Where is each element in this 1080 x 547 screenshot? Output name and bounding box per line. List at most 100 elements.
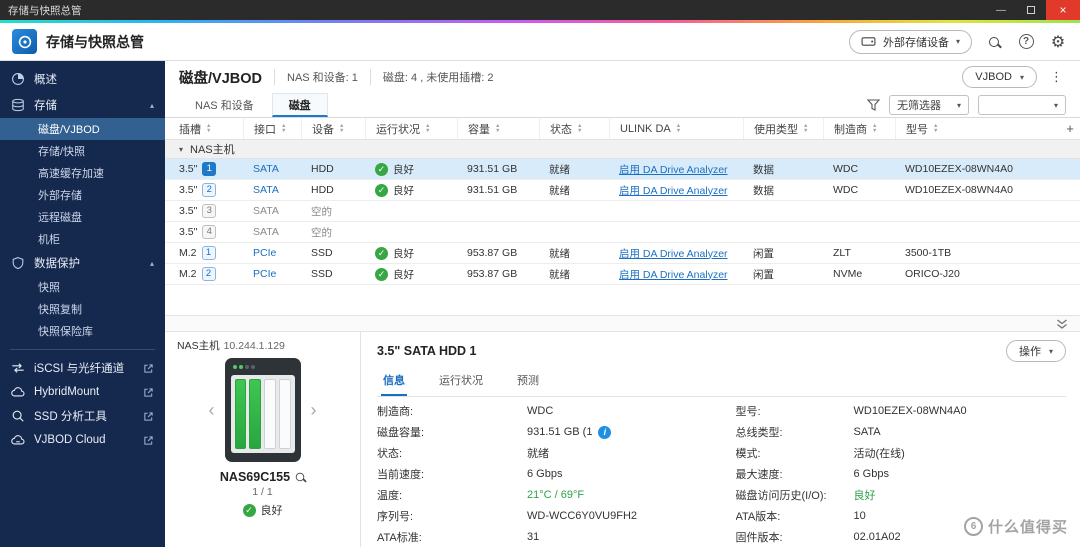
secondary-select[interactable]: ▾: [978, 95, 1066, 115]
double-chevron-down-icon[interactable]: [1056, 318, 1068, 329]
sort-icon: ▲ ▼: [281, 123, 287, 134]
table-header: 插槽 ▲ ▼ 接口 ▲ ▼ 设备 ▲ ▼ 运行状况 ▲ ▼ 容量 ▲ ▼ 状态 ▲ ▼ ULINK DA…: [165, 118, 1080, 140]
table-group-nas-host[interactable]: ▾ NAS主机: [165, 140, 1080, 159]
cell-interface: SATA: [253, 226, 279, 238]
chevron-up-icon: ▴: [149, 258, 154, 268]
ulink-enable-link[interactable]: 启用 DA Drive Analyzer: [619, 185, 728, 197]
tab-label: NAS 和设备: [195, 100, 254, 112]
sidebar-label: 磁盘/VJBOD: [38, 124, 100, 136]
ata-version-value: 10: [853, 509, 866, 522]
column-header-usage-type[interactable]: 使用类型 ▲ ▼: [743, 118, 823, 139]
nas-device-image[interactable]: [224, 358, 301, 462]
sidebar-item-vjbod-cloud[interactable]: VJBOD Cloud: [0, 428, 165, 452]
column-header-interface[interactable]: 接口 ▲ ▼: [243, 118, 301, 139]
table-row[interactable]: 3.5" 3 SATA 空的: [165, 201, 1080, 222]
action-button[interactable]: 操作 ▾: [1005, 340, 1066, 362]
sidebar-group-data-protection[interactable]: 数据保护 ▴: [0, 250, 165, 276]
external-storage-button[interactable]: 外部存储设备 ▾: [848, 29, 972, 54]
detail-tabbar: 信息 运行状况 预测: [377, 369, 1066, 397]
help-button[interactable]: ?: [1016, 32, 1036, 52]
column-header-manufacturer[interactable]: 制造商 ▲ ▼: [823, 118, 895, 139]
ulink-enable-link[interactable]: 启用 DA Drive Analyzer: [619, 248, 728, 260]
external-link-icon: [143, 387, 154, 398]
sidebar-item-storage-snapshots[interactable]: 存储/快照: [0, 140, 165, 162]
app-logo-icon: [12, 29, 37, 54]
current-speed-value: 6 Gbps: [527, 468, 563, 480]
column-header-model[interactable]: 型号 ▲ ▼: [895, 118, 1060, 139]
tab-disks[interactable]: 磁盘: [271, 93, 328, 117]
cell-model: WD10EZEX-08WN4A0: [905, 184, 1013, 196]
sidebar-item-overview[interactable]: 概述: [0, 66, 165, 92]
disk-detail-panel: 3.5" SATA HDD 1 操作 ▾ 信息 运行状况 预测 制造商:WDC: [361, 332, 1080, 547]
tab-information[interactable]: 信息: [381, 369, 407, 396]
minimize-button[interactable]: —: [986, 0, 1016, 20]
maximize-button[interactable]: [1016, 0, 1046, 20]
sidebar-item-external-storage[interactable]: 外部存储: [0, 184, 165, 206]
settings-button[interactable]: ⚙: [1048, 32, 1068, 52]
sidebar-divider: [10, 349, 155, 350]
sidebar-item-ssd-profiling[interactable]: SSD 分析工具: [0, 404, 165, 428]
drive-bay-1: [234, 379, 247, 449]
sidebar-item-snapshot-vault[interactable]: 快照保险库: [0, 320, 165, 342]
sidebar-item-hybridmount[interactable]: HybridMount: [0, 380, 165, 404]
status-value: 就绪: [527, 448, 549, 461]
column-header-health[interactable]: 运行状况 ▲ ▼: [365, 118, 457, 139]
filter-funnel-icon[interactable]: [866, 99, 880, 111]
group-label: NAS主机: [190, 144, 235, 156]
cell-device: 空的: [311, 226, 332, 239]
column-header-slot[interactable]: 插槽 ▲ ▼: [165, 118, 243, 139]
close-button[interactable]: ×: [1046, 0, 1080, 20]
external-link-icon: [143, 411, 154, 422]
sort-icon: ▲ ▼: [675, 123, 682, 134]
global-search-button[interactable]: [984, 32, 1004, 52]
more-options-button[interactable]: ⋮: [1047, 69, 1066, 85]
filter-select[interactable]: 无筛选器 ▾: [888, 95, 969, 115]
cell-device: HDD: [311, 184, 334, 196]
table-row[interactable]: M.2 2 PCIe SSD ✓ 良好 953.87 GB 就绪 启用 DA Dri…: [165, 264, 1080, 285]
cell-device: SSD: [311, 247, 333, 259]
table-row[interactable]: 3.5" 1 SATA HDD ✓ 良好 931.51 GB 就绪 启用 DA Dr…: [165, 159, 1080, 180]
bay-number-badge: 1: [202, 162, 217, 176]
column-header-ulink[interactable]: ULINK DA ▲ ▼: [609, 118, 743, 139]
sidebar-item-iscsi[interactable]: iSCSI 与光纤通道: [0, 356, 165, 380]
vjbod-button[interactable]: VJBOD ▾: [962, 66, 1037, 88]
sidebar-item-disks-vjbod[interactable]: 磁盘/VJBOD: [0, 118, 165, 140]
table-row[interactable]: M.2 1 PCIe SSD ✓ 良好 953.87 GB 就绪 启用 DA Dri…: [165, 243, 1080, 264]
sidebar-item-snapshot[interactable]: 快照: [0, 276, 165, 298]
column-header-capacity[interactable]: 容量 ▲ ▼: [457, 118, 539, 139]
zoom-icon[interactable]: [295, 472, 305, 482]
tab-prediction[interactable]: 预测: [515, 369, 541, 396]
drive-bay-3: [264, 379, 276, 449]
sidebar-item-snapshot-replica[interactable]: 快照复制: [0, 298, 165, 320]
max-speed-value: 6 Gbps: [853, 468, 889, 480]
table-row[interactable]: 3.5" 2 SATA HDD ✓ 良好 931.51 GB 就绪 启用 DA Dr…: [165, 180, 1080, 201]
cell-model: ORICO-J20: [905, 268, 960, 280]
tab-nas-and-devices[interactable]: NAS 和设备: [179, 93, 270, 117]
column-header-device[interactable]: 设备 ▲ ▼: [301, 118, 365, 139]
sidebar-group-storage[interactable]: 存储 ▴: [0, 92, 165, 118]
carousel-left-arrow[interactable]: ‹: [209, 401, 215, 419]
sidebar-item-remote-disk[interactable]: 远程磁盘: [0, 206, 165, 228]
disk-detail-title: 3.5" SATA HDD 1: [377, 344, 477, 358]
nas-host-label: NAS主机: [177, 340, 220, 352]
add-column-button[interactable]: +: [1060, 118, 1080, 139]
ulink-enable-link[interactable]: 启用 DA Drive Analyzer: [619, 164, 728, 176]
cell-status: 就绪: [549, 184, 570, 197]
carousel-right-arrow[interactable]: ›: [311, 401, 317, 419]
cell-slot: 3.5" 4: [165, 225, 243, 239]
table-row[interactable]: 3.5" 4 SATA 空的: [165, 222, 1080, 243]
sidebar-item-enclosure[interactable]: 机柜: [0, 228, 165, 250]
health-check-icon: ✓: [242, 503, 256, 517]
ssd-analyzer-icon: [11, 409, 25, 423]
cell-interface: SATA: [253, 184, 279, 196]
sidebar-item-cache-acceleration[interactable]: 高速缓存加速: [0, 162, 165, 184]
ata-standard-value: 31: [527, 530, 540, 543]
io-history-value: 良好: [853, 489, 876, 502]
chevron-down-icon: ▾: [1019, 72, 1024, 82]
ulink-enable-link[interactable]: 启用 DA Drive Analyzer: [619, 269, 728, 281]
info-icon[interactable]: i: [598, 425, 612, 439]
vjbod-button-label: VJBOD: [975, 71, 1012, 83]
column-header-status[interactable]: 状态 ▲ ▼: [539, 118, 609, 139]
tab-health[interactable]: 运行状况: [437, 369, 485, 396]
cell-device: 空的: [311, 205, 332, 218]
